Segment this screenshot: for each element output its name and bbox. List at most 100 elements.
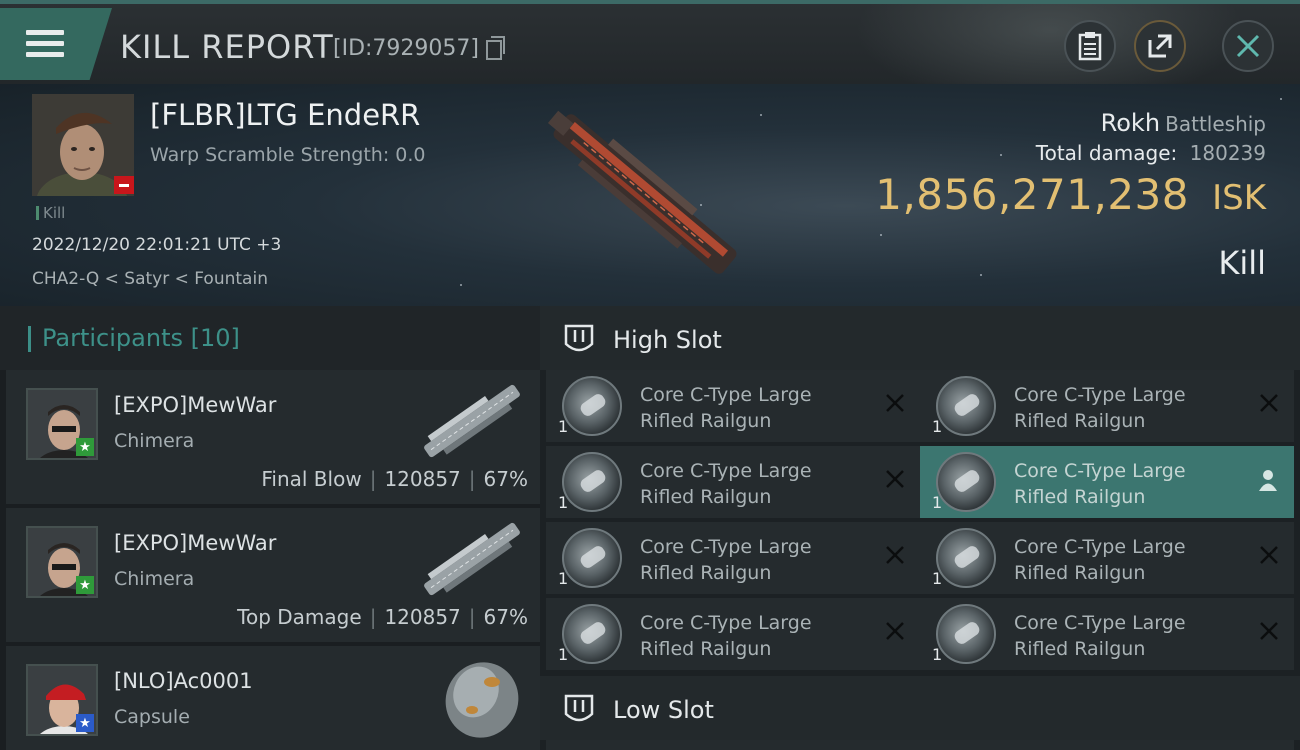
item-name: Core C-Type Large Rifled Railgun: [640, 534, 850, 586]
participant-stats: Top Damage | 120857 | 67%: [237, 605, 528, 629]
participant-percent: 67%: [483, 605, 528, 629]
participant-row[interactable]: ★ [NLO]Ac0001 Capsule: [6, 646, 540, 750]
high-slot-title: High Slot: [613, 326, 722, 354]
participant-label: Top Damage: [237, 605, 362, 629]
participant-ship-image[interactable]: [412, 514, 532, 604]
fitted-item[interactable]: [920, 740, 1294, 750]
participants-title: Participants: [42, 324, 183, 352]
fitted-item[interactable]: 1 Core C-Type Large Rifled Railgun: [920, 370, 1294, 442]
close-icon[interactable]: [884, 468, 906, 490]
fitting-panel: High Slot 1 Core C-Type Large Rifled Railg…: [540, 306, 1300, 750]
participant-ship-image[interactable]: [412, 652, 532, 742]
participant-row[interactable]: ★ [EXPO]MewWar Chimera Top Damage | 120857…: [6, 508, 540, 642]
close-icon[interactable]: [884, 392, 906, 414]
header-background: [840, 4, 1260, 84]
fitted-item[interactable]: [546, 740, 920, 750]
participant-name: [EXPO]MewWar: [114, 393, 277, 417]
item-quantity: 1: [558, 569, 569, 588]
participant-row[interactable]: ★ [EXPO]MewWar Chimera Final Blow | 120857…: [6, 370, 540, 504]
item-name-line-1: Core C-Type Large: [640, 536, 812, 558]
railgun-icon: [562, 376, 622, 436]
victim-banner: [FLBR]LTG EndeRR Warp Scramble Strength:…: [0, 84, 1300, 306]
fitted-item[interactable]: 1 Core C-Type Large Rifled Railgun: [920, 522, 1294, 594]
close-icon[interactable]: [1258, 620, 1280, 642]
participant-stats: Final Blow | 120857 | 67%: [261, 467, 528, 491]
railgun-icon: [936, 452, 996, 512]
participants-count: [10]: [190, 324, 240, 352]
item-name-line-1: Core C-Type Large: [1014, 460, 1186, 482]
hostile-badge: [114, 176, 134, 194]
person-icon[interactable]: [1258, 468, 1278, 492]
item-quantity: 1: [932, 417, 943, 436]
fitted-item[interactable]: 1 Core C-Type Large Rifled Railgun: [546, 522, 920, 594]
fitted-item[interactable]: 1 Core C-Type Large Rifled Railgun: [920, 598, 1294, 670]
total-damage-value: 180239: [1189, 141, 1266, 165]
standing-star-icon: ★: [76, 576, 94, 594]
menu-button[interactable]: [0, 8, 112, 80]
warp-scramble-strength: Warp Scramble Strength: 0.0: [150, 144, 426, 166]
isk-value: 1,856,271,238 ISK: [875, 170, 1266, 219]
item-name-line-1: Core C-Type Large: [640, 460, 812, 482]
item-quantity: 1: [558, 417, 569, 436]
participants-header[interactable]: Participants [10]: [0, 306, 540, 370]
close-icon[interactable]: [1258, 392, 1280, 414]
close-button[interactable]: [1222, 20, 1274, 72]
item-quantity: 1: [932, 569, 943, 588]
close-icon: [1236, 34, 1260, 58]
item-name-line-2: Rifled Railgun: [1014, 410, 1146, 432]
low-slot-icon: [564, 694, 594, 722]
item-name-line-2: Rifled Railgun: [1014, 562, 1146, 584]
close-icon[interactable]: [884, 620, 906, 642]
page-title: KILL REPORT: [120, 28, 334, 66]
isk-unit: ISK: [1212, 178, 1266, 218]
ship-class: Battleship: [1165, 112, 1266, 136]
item-name-line-1: Core C-Type Large: [1014, 384, 1186, 406]
participant-ship: Capsule: [114, 706, 190, 728]
report-id: [ID:7929057]: [333, 36, 479, 61]
participant-name: [EXPO]MewWar: [114, 531, 277, 555]
item-name-line-2: Rifled Railgun: [640, 486, 772, 508]
low-slot-title: Low Slot: [613, 696, 714, 724]
clipboard-button[interactable]: [1064, 20, 1116, 72]
kill-location[interactable]: CHA2-Q < Satyr < Fountain: [32, 269, 268, 289]
participant-ship: Chimera: [114, 430, 195, 452]
fitted-item[interactable]: 1 Core C-Type Large Rifled Railgun: [920, 446, 1294, 518]
share-button[interactable]: [1134, 20, 1186, 72]
participant-damage: 120857: [384, 605, 461, 629]
railgun-icon: [562, 528, 622, 588]
item-name-line-2: Rifled Railgun: [1014, 638, 1146, 660]
participant-ship-image[interactable]: [412, 376, 532, 466]
item-name-line-2: Rifled Railgun: [640, 410, 772, 432]
standing-star-icon: ★: [76, 438, 94, 456]
item-name-line-1: Core C-Type Large: [640, 612, 812, 634]
item-name: Core C-Type Large Rifled Railgun: [1014, 610, 1224, 662]
high-slot-icon: [564, 324, 594, 352]
menu-icon: [26, 30, 64, 58]
standing-star-icon: ★: [76, 714, 94, 732]
item-name-line-1: Core C-Type Large: [640, 384, 812, 406]
fitted-item[interactable]: 1 Core C-Type Large Rifled Railgun: [546, 446, 920, 518]
victim-ship-type[interactable]: Rokh Battleship: [1101, 109, 1266, 137]
item-name-line-2: Rifled Railgun: [640, 638, 772, 660]
victim-name[interactable]: [FLBR]LTG EndeRR: [150, 98, 420, 132]
close-icon[interactable]: [1258, 544, 1280, 566]
railgun-icon: [562, 604, 622, 664]
fitted-item[interactable]: 1 Core C-Type Large Rifled Railgun: [546, 370, 920, 442]
total-damage-label: Total damage:: [1035, 141, 1178, 165]
victim-ship-image[interactable]: [525, 104, 765, 284]
close-icon[interactable]: [884, 544, 906, 566]
total-damage: Total damage: 180239: [1036, 141, 1266, 165]
share-icon: [1148, 34, 1172, 58]
item-name: Core C-Type Large Rifled Railgun: [640, 610, 850, 662]
participant-damage: 120857: [384, 467, 461, 491]
copy-icon[interactable]: [486, 36, 505, 60]
participant-ship: Chimera: [114, 568, 195, 590]
high-slot-header[interactable]: High Slot: [540, 306, 1300, 370]
fitted-item[interactable]: 1 Core C-Type Large Rifled Railgun: [546, 598, 920, 670]
item-name-line-1: Core C-Type Large: [1014, 536, 1186, 558]
item-quantity: 1: [558, 493, 569, 512]
low-slot-header[interactable]: Low Slot: [540, 676, 1300, 740]
isk-amount: 1,856,271,238: [875, 170, 1189, 219]
participant-label: Final Blow: [261, 467, 362, 491]
item-name: Core C-Type Large Rifled Railgun: [640, 458, 850, 510]
